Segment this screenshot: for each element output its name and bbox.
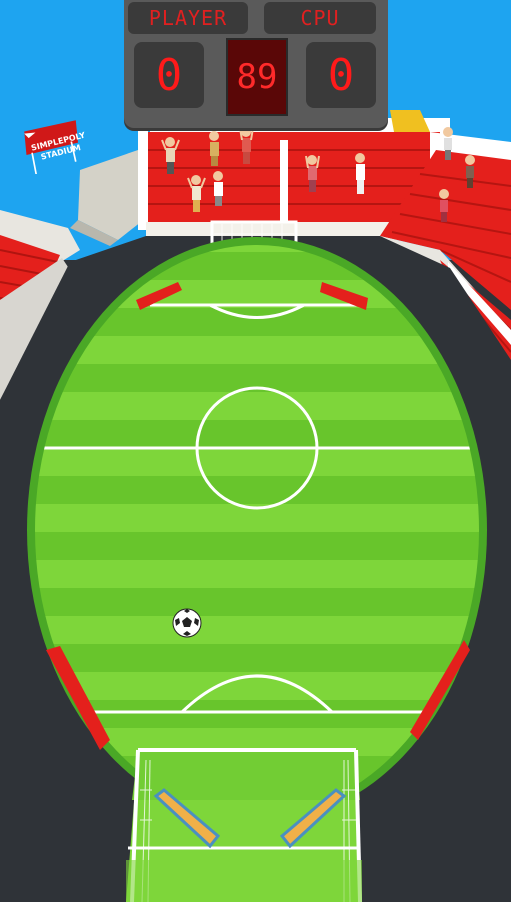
player-label: PLAYER	[128, 2, 248, 34]
soccer-ball	[172, 608, 202, 638]
player-score: 0	[134, 42, 204, 108]
scoreboard: PLAYER CPU 0 89 0	[124, 0, 388, 128]
match-timer: 89	[226, 38, 288, 116]
left-flipper[interactable]	[153, 788, 221, 849]
cpu-label: CPU	[264, 2, 376, 34]
game-scene: SIMPLEPOLY STADIUM PLAYER CPU 0 89 0	[0, 0, 511, 902]
cpu-score: 0	[306, 42, 376, 108]
right-flipper[interactable]	[279, 788, 347, 849]
